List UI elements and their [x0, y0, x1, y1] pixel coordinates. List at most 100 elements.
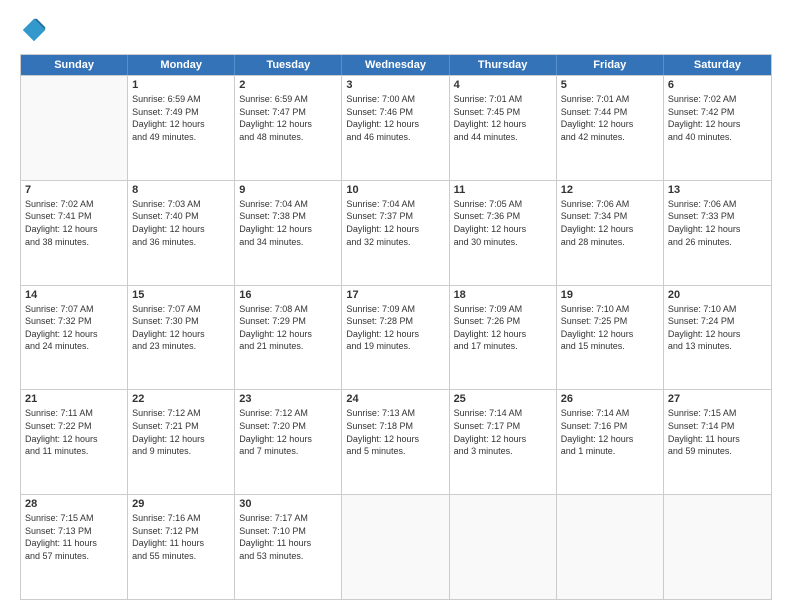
day-info: Sunrise: 7:09 AM Sunset: 7:26 PM Dayligh… — [454, 303, 552, 353]
day-info: Sunrise: 7:16 AM Sunset: 7:12 PM Dayligh… — [132, 512, 230, 562]
day-number: 20 — [668, 289, 767, 301]
day-info: Sunrise: 7:05 AM Sunset: 7:36 PM Dayligh… — [454, 198, 552, 248]
calendar-cell: 13 Sunrise: 7:06 AM Sunset: 7:33 PM Dayli… — [664, 181, 771, 285]
calendar-cell — [557, 495, 664, 599]
day-info: Sunrise: 6:59 AM Sunset: 7:49 PM Dayligh… — [132, 93, 230, 143]
calendar-cell: 11 Sunrise: 7:05 AM Sunset: 7:36 PM Dayli… — [450, 181, 557, 285]
day-number: 19 — [561, 289, 659, 301]
day-info: Sunrise: 7:02 AM Sunset: 7:41 PM Dayligh… — [25, 198, 123, 248]
calendar-cell: 7Sunrise: 7:02 AM Sunset: 7:41 PM Daylig… — [21, 181, 128, 285]
calendar-day-header: Wednesday — [342, 55, 449, 75]
calendar-cell: 24 Sunrise: 7:13 AM Sunset: 7:18 PM Dayli… — [342, 390, 449, 494]
day-info: Sunrise: 7:07 AM Sunset: 7:32 PM Dayligh… — [25, 303, 123, 353]
day-number: 23 — [239, 393, 337, 405]
calendar-cell: 27 Sunrise: 7:15 AM Sunset: 7:14 PM Dayli… — [664, 390, 771, 494]
day-number: 11 — [454, 184, 552, 196]
calendar-day-header: Tuesday — [235, 55, 342, 75]
day-info: Sunrise: 7:01 AM Sunset: 7:44 PM Dayligh… — [561, 93, 659, 143]
calendar-week: 14 Sunrise: 7:07 AM Sunset: 7:32 PM Dayli… — [21, 285, 771, 390]
day-info: Sunrise: 7:00 AM Sunset: 7:46 PM Dayligh… — [346, 93, 444, 143]
calendar-cell: 8 Sunrise: 7:03 AM Sunset: 7:40 PM Daylig… — [128, 181, 235, 285]
day-info: Sunrise: 7:07 AM Sunset: 7:30 PM Dayligh… — [132, 303, 230, 353]
day-number: 27 — [668, 393, 767, 405]
calendar-cell: 12 Sunrise: 7:06 AM Sunset: 7:34 PM Dayli… — [557, 181, 664, 285]
calendar-cell: 28Sunrise: 7:15 AM Sunset: 7:13 PM Dayli… — [21, 495, 128, 599]
calendar-cell: 9Sunrise: 7:04 AM Sunset: 7:38 PM Daylig… — [235, 181, 342, 285]
header — [20, 16, 772, 44]
day-number: 1 — [132, 79, 230, 91]
calendar-week: 1 Sunrise: 6:59 AM Sunset: 7:49 PM Daylig… — [21, 75, 771, 180]
day-info: Sunrise: 7:14 AM Sunset: 7:16 PM Dayligh… — [561, 407, 659, 457]
day-info: Sunrise: 7:08 AM Sunset: 7:29 PM Dayligh… — [239, 303, 337, 353]
day-number: 14 — [25, 289, 123, 301]
day-number: 17 — [346, 289, 444, 301]
calendar-week: 7Sunrise: 7:02 AM Sunset: 7:41 PM Daylig… — [21, 180, 771, 285]
calendar-cell: 4 Sunrise: 7:01 AM Sunset: 7:45 PM Daylig… — [450, 76, 557, 180]
day-info: Sunrise: 7:10 AM Sunset: 7:24 PM Dayligh… — [668, 303, 767, 353]
day-info: Sunrise: 7:10 AM Sunset: 7:25 PM Dayligh… — [561, 303, 659, 353]
day-number: 21 — [25, 393, 123, 405]
calendar-week: 28Sunrise: 7:15 AM Sunset: 7:13 PM Dayli… — [21, 494, 771, 599]
logo — [20, 16, 52, 44]
day-number: 13 — [668, 184, 767, 196]
day-number: 24 — [346, 393, 444, 405]
calendar-cell: 2 Sunrise: 6:59 AM Sunset: 7:47 PM Daylig… — [235, 76, 342, 180]
day-info: Sunrise: 7:01 AM Sunset: 7:45 PM Dayligh… — [454, 93, 552, 143]
calendar-cell: 21 Sunrise: 7:11 AM Sunset: 7:22 PM Dayli… — [21, 390, 128, 494]
page: SundayMondayTuesdayWednesdayThursdayFrid… — [0, 0, 792, 612]
day-number: 30 — [239, 498, 337, 510]
day-info: Sunrise: 7:17 AM Sunset: 7:10 PM Dayligh… — [239, 512, 337, 562]
day-number: 10 — [346, 184, 444, 196]
day-info: Sunrise: 7:12 AM Sunset: 7:20 PM Dayligh… — [239, 407, 337, 457]
day-number: 4 — [454, 79, 552, 91]
day-number: 22 — [132, 393, 230, 405]
day-info: Sunrise: 7:15 AM Sunset: 7:14 PM Dayligh… — [668, 407, 767, 457]
day-number: 2 — [239, 79, 337, 91]
day-number: 12 — [561, 184, 659, 196]
calendar-cell: 30 Sunrise: 7:17 AM Sunset: 7:10 PM Dayli… — [235, 495, 342, 599]
calendar-cell: 23 Sunrise: 7:12 AM Sunset: 7:20 PM Dayli… — [235, 390, 342, 494]
logo-icon — [20, 16, 48, 44]
calendar-week: 21 Sunrise: 7:11 AM Sunset: 7:22 PM Dayli… — [21, 389, 771, 494]
calendar-cell — [450, 495, 557, 599]
day-number: 16 — [239, 289, 337, 301]
calendar-header: SundayMondayTuesdayWednesdayThursdayFrid… — [21, 55, 771, 75]
calendar-cell: 20 Sunrise: 7:10 AM Sunset: 7:24 PM Dayli… — [664, 286, 771, 390]
day-number: 5 — [561, 79, 659, 91]
calendar-day-header: Monday — [128, 55, 235, 75]
day-number: 25 — [454, 393, 552, 405]
day-number: 28 — [25, 498, 123, 510]
day-info: Sunrise: 6:59 AM Sunset: 7:47 PM Dayligh… — [239, 93, 337, 143]
calendar: SundayMondayTuesdayWednesdayThursdayFrid… — [20, 54, 772, 600]
calendar-cell: 1 Sunrise: 6:59 AM Sunset: 7:49 PM Daylig… — [128, 76, 235, 180]
day-number: 15 — [132, 289, 230, 301]
calendar-cell — [342, 495, 449, 599]
calendar-cell: 10 Sunrise: 7:04 AM Sunset: 7:37 PM Dayli… — [342, 181, 449, 285]
day-info: Sunrise: 7:13 AM Sunset: 7:18 PM Dayligh… — [346, 407, 444, 457]
day-info: Sunrise: 7:04 AM Sunset: 7:37 PM Dayligh… — [346, 198, 444, 248]
calendar-day-header: Friday — [557, 55, 664, 75]
day-info: Sunrise: 7:12 AM Sunset: 7:21 PM Dayligh… — [132, 407, 230, 457]
day-info: Sunrise: 7:14 AM Sunset: 7:17 PM Dayligh… — [454, 407, 552, 457]
day-number: 9 — [239, 184, 337, 196]
calendar-cell: 25 Sunrise: 7:14 AM Sunset: 7:17 PM Dayli… — [450, 390, 557, 494]
calendar-cell: 14 Sunrise: 7:07 AM Sunset: 7:32 PM Dayli… — [21, 286, 128, 390]
day-info: Sunrise: 7:06 AM Sunset: 7:34 PM Dayligh… — [561, 198, 659, 248]
calendar-cell: 17Sunrise: 7:09 AM Sunset: 7:28 PM Dayli… — [342, 286, 449, 390]
calendar-cell: 22 Sunrise: 7:12 AM Sunset: 7:21 PM Dayli… — [128, 390, 235, 494]
calendar-day-header: Saturday — [664, 55, 771, 75]
day-info: Sunrise: 7:02 AM Sunset: 7:42 PM Dayligh… — [668, 93, 767, 143]
day-info: Sunrise: 7:03 AM Sunset: 7:40 PM Dayligh… — [132, 198, 230, 248]
day-info: Sunrise: 7:11 AM Sunset: 7:22 PM Dayligh… — [25, 407, 123, 457]
calendar-cell — [21, 76, 128, 180]
calendar-cell — [664, 495, 771, 599]
calendar-cell: 3Sunrise: 7:00 AM Sunset: 7:46 PM Daylig… — [342, 76, 449, 180]
day-number: 18 — [454, 289, 552, 301]
calendar-cell: 15 Sunrise: 7:07 AM Sunset: 7:30 PM Dayli… — [128, 286, 235, 390]
calendar-cell: 26Sunrise: 7:14 AM Sunset: 7:16 PM Dayli… — [557, 390, 664, 494]
day-number: 8 — [132, 184, 230, 196]
day-info: Sunrise: 7:06 AM Sunset: 7:33 PM Dayligh… — [668, 198, 767, 248]
calendar-cell: 16 Sunrise: 7:08 AM Sunset: 7:29 PM Dayli… — [235, 286, 342, 390]
calendar-cell: 18 Sunrise: 7:09 AM Sunset: 7:26 PM Dayli… — [450, 286, 557, 390]
calendar-day-header: Sunday — [21, 55, 128, 75]
